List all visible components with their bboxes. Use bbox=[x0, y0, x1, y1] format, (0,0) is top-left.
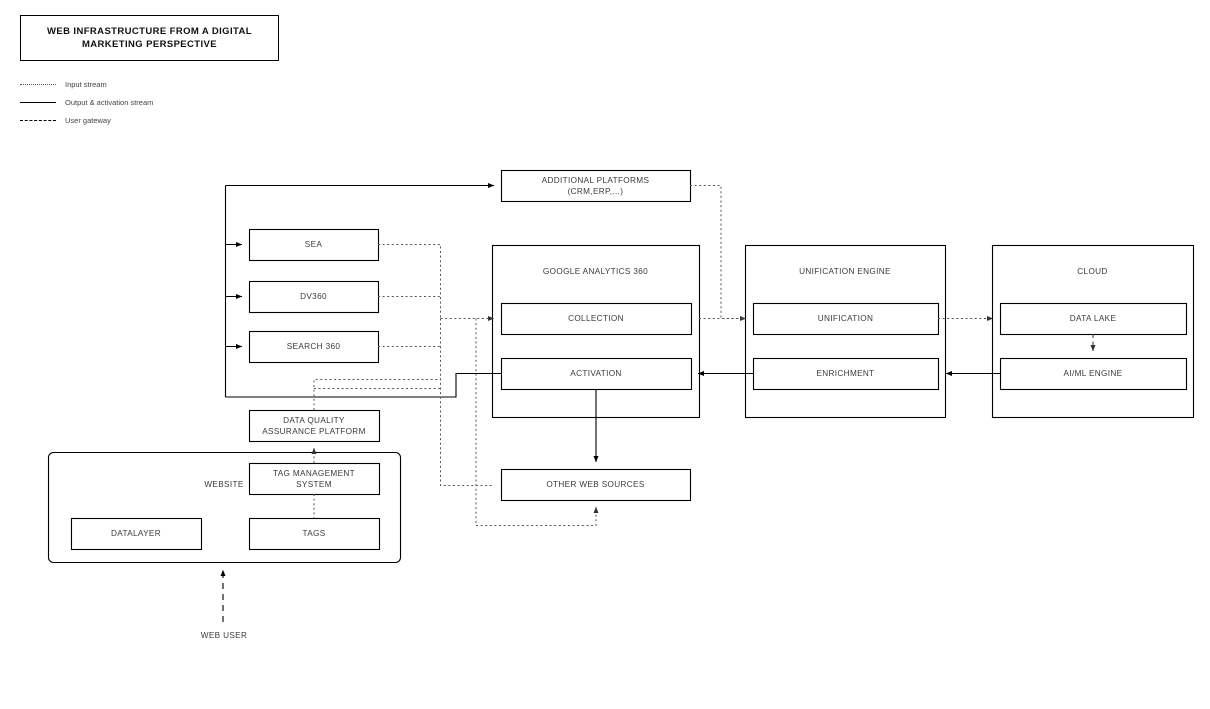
node-box-collection[interactable] bbox=[500, 302, 693, 336]
edge-data-quality-to-bus bbox=[313, 379, 441, 410]
node-box-data-lake[interactable] bbox=[999, 302, 1188, 336]
edge-bus-down-to-other-web-sources bbox=[440, 318, 494, 486]
node-box-sea[interactable] bbox=[248, 228, 380, 262]
node-label-ga360-group: GOOGLE ANALYTICS 360 bbox=[542, 267, 649, 276]
node-label-unification-group: UNIFICATION ENGINE bbox=[799, 267, 891, 276]
node-label-cloud-group: CLOUD bbox=[1077, 267, 1108, 276]
node-box-datalayer[interactable] bbox=[70, 517, 203, 551]
node-box-activation[interactable] bbox=[500, 357, 693, 391]
node-box-enrichment[interactable] bbox=[752, 357, 940, 391]
edge-sea-to-bus bbox=[378, 244, 441, 319]
node-box-additional-platforms[interactable] bbox=[500, 169, 692, 203]
node-box-tags[interactable] bbox=[248, 517, 381, 551]
node-box-dv360[interactable] bbox=[248, 280, 380, 314]
node-box-unification[interactable] bbox=[752, 302, 940, 336]
diagram-boxes bbox=[47, 169, 1195, 564]
edge-activation-to-loop bbox=[225, 372, 501, 398]
node-box-search360[interactable] bbox=[248, 330, 380, 364]
node-box-data-quality[interactable] bbox=[248, 409, 381, 443]
node-box-aiml-engine[interactable] bbox=[999, 357, 1188, 391]
node-label-website-group: WEBSITE bbox=[204, 480, 244, 489]
node-box-other-web-sources[interactable] bbox=[500, 468, 692, 502]
diagram-canvas bbox=[47, 169, 1195, 622]
